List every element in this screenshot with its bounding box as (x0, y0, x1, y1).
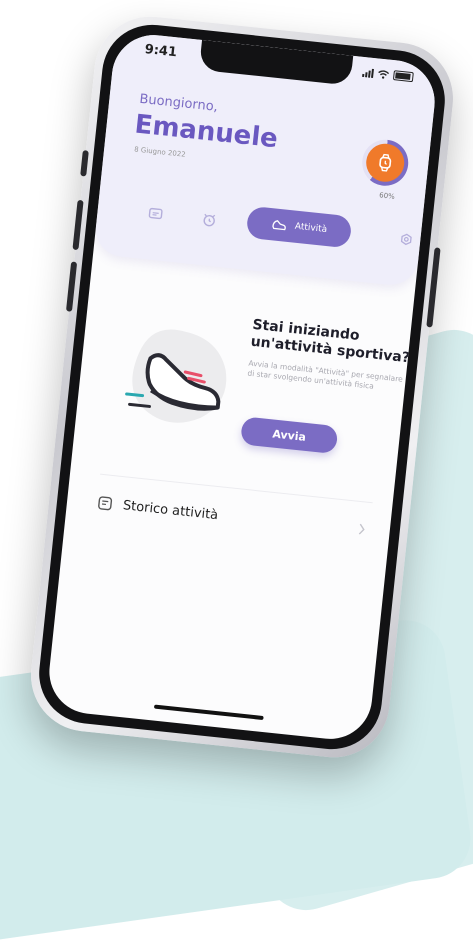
settings-icon (400, 233, 412, 246)
home-indicator[interactable] (153, 704, 264, 721)
date-text: 8 Giugno 2022 (133, 145, 187, 159)
tab-chat[interactable] (145, 203, 167, 225)
progress-percent: 60% (378, 191, 396, 201)
tab-bar: Attività (116, 192, 412, 258)
tab-alarm[interactable] (198, 209, 220, 231)
activity-progress-ring[interactable] (359, 137, 411, 189)
tab-activity-label: Attività (294, 221, 328, 236)
alarm-icon (203, 213, 216, 227)
smartwatch-icon (379, 153, 392, 172)
promo-title: Stai iniziando un'attività sportiva? (249, 316, 411, 367)
status-time: 9:41 (143, 42, 178, 61)
chat-icon (148, 207, 163, 220)
battery-icon (392, 70, 414, 83)
tab-activity[interactable]: Attività (245, 205, 353, 249)
chevron-right-icon (358, 523, 365, 535)
sneaker-illustration (125, 329, 227, 423)
history-label: Storico attività (122, 497, 219, 523)
watch-button[interactable] (364, 141, 407, 184)
history-icon (98, 496, 113, 511)
phone-mockup: 9:41 Buongiorno, Emanuele 8 Giugno 2022 (25, 11, 459, 763)
status-icons (362, 67, 414, 83)
start-activity-button[interactable]: Avvia (240, 416, 339, 455)
activity-icon (272, 220, 286, 231)
signal-icon (362, 68, 374, 79)
tab-settings[interactable] (395, 229, 417, 251)
wifi-icon (378, 70, 390, 79)
activity-history-row[interactable]: Storico attività (96, 488, 372, 546)
